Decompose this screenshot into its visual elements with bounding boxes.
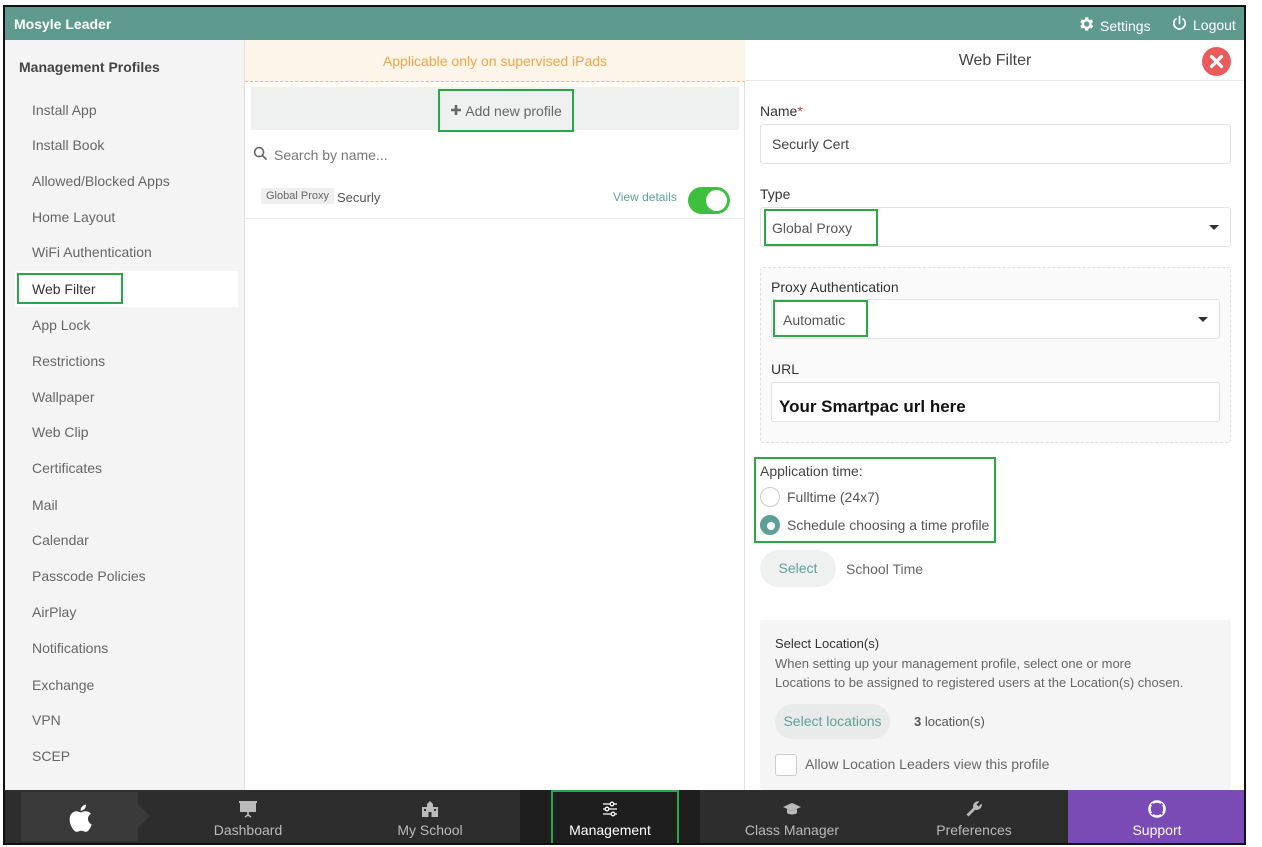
profile-row[interactable]: Global Proxy Securly View details bbox=[245, 179, 745, 219]
proxy-auth-highlight bbox=[773, 300, 868, 337]
wrench-icon bbox=[966, 801, 982, 817]
url-value: Your Smartpac url here bbox=[779, 397, 966, 416]
sidebar-item-wifi-authentication[interactable]: WiFi Authentication bbox=[32, 244, 152, 260]
sidebar-item-web-clip[interactable]: Web Clip bbox=[32, 424, 89, 440]
sidebar-item-vpn[interactable]: VPN bbox=[32, 712, 61, 728]
panel-title: Web Filter bbox=[745, 40, 1244, 81]
profile-list-panel: Applicable only on supervised iPads Add … bbox=[245, 40, 745, 790]
nav-dashboard-label: Dashboard bbox=[213, 822, 283, 838]
sidebar-item-exchange[interactable]: Exchange bbox=[32, 677, 94, 693]
nav-preferences[interactable]: Preferences bbox=[884, 790, 1064, 843]
supervised-notice: Applicable only on supervised iPads bbox=[245, 40, 745, 82]
bottom-nav: Dashboard My School Management Class Man… bbox=[5, 790, 1244, 843]
chevron-down-icon bbox=[1198, 317, 1208, 322]
locations-box: Select Location(s) When setting up your … bbox=[760, 620, 1231, 790]
sidebar-title: Management Profiles bbox=[19, 59, 160, 75]
name-input[interactable] bbox=[761, 125, 1230, 163]
settings-label: Settings bbox=[1100, 17, 1151, 34]
web-filter-panel: Web Filter Name* Type Global Proxy Proxy… bbox=[745, 40, 1244, 790]
top-bar: Mosyle Leader Settings Logout bbox=[5, 7, 1244, 40]
nav-dashboard[interactable]: Dashboard bbox=[158, 790, 338, 843]
management-highlight bbox=[551, 790, 679, 843]
toggle-knob bbox=[706, 190, 727, 211]
add-profile-bar: Add new profile bbox=[251, 87, 739, 132]
proxy-auth-label: Proxy Authentication bbox=[771, 279, 899, 295]
application-time-label: Application time: bbox=[760, 463, 863, 479]
sidebar-item-airplay[interactable]: AirPlay bbox=[32, 604, 76, 620]
lifebuoy-icon bbox=[1148, 800, 1166, 818]
select-locations-button[interactable]: Select locations bbox=[775, 704, 890, 739]
sidebar-item-install-book[interactable]: Install Book bbox=[32, 137, 104, 153]
schedule-radio[interactable] bbox=[760, 515, 780, 535]
locations-title: Select Location(s) bbox=[775, 636, 880, 651]
sidebar-item-restrictions[interactable]: Restrictions bbox=[32, 353, 105, 369]
app-title: Mosyle Leader bbox=[14, 16, 112, 32]
profile-name: Securly bbox=[337, 190, 381, 205]
sidebar-item-web-filter[interactable]: Web Filter bbox=[32, 281, 96, 297]
add-new-profile-label: Add new profile bbox=[465, 102, 562, 119]
chevron-down-icon bbox=[1209, 225, 1219, 230]
logout-link[interactable]: Logout bbox=[1171, 15, 1236, 35]
allow-leaders-label: Allow Location Leaders view this profile bbox=[805, 756, 1050, 772]
sidebar-item-certificates[interactable]: Certificates bbox=[32, 460, 102, 476]
presentation-icon bbox=[239, 801, 257, 818]
search-icon bbox=[253, 146, 268, 164]
sidebar-item-mail[interactable]: Mail bbox=[32, 497, 58, 513]
gear-icon bbox=[1077, 15, 1095, 36]
nav-my-school-label: My School bbox=[397, 822, 463, 838]
sidebar-item-allowed-blocked-apps[interactable]: Allowed/Blocked Apps bbox=[32, 173, 170, 189]
time-profile-name: School Time bbox=[846, 561, 924, 577]
sidebar-item-notifications[interactable]: Notifications bbox=[32, 640, 108, 656]
plus-icon bbox=[450, 103, 462, 119]
add-new-profile-button[interactable]: Add new profile bbox=[438, 89, 574, 132]
locations-description-1: When setting up your management profile,… bbox=[775, 656, 1132, 671]
sidebar-item-install-app[interactable]: Install App bbox=[32, 102, 97, 118]
search-bar bbox=[253, 146, 574, 164]
sidebar-item-calendar[interactable]: Calendar bbox=[32, 532, 89, 548]
type-label: Type bbox=[760, 186, 791, 202]
power-icon bbox=[1171, 15, 1188, 35]
name-label: Name* bbox=[760, 103, 803, 119]
allow-leaders-checkbox[interactable] bbox=[775, 754, 797, 776]
fulltime-radio[interactable] bbox=[760, 487, 780, 507]
logout-label: Logout bbox=[1193, 17, 1236, 33]
name-field-box bbox=[760, 124, 1231, 164]
nav-my-school[interactable]: My School bbox=[340, 790, 520, 843]
sidebar-item-scep[interactable]: SCEP bbox=[32, 748, 70, 764]
nav-class-manager-label: Class Manager bbox=[744, 822, 840, 838]
sidebar: Management Profiles Install App Install … bbox=[5, 40, 245, 790]
close-icon bbox=[1209, 54, 1224, 69]
nav-support-label: Support bbox=[1132, 822, 1182, 838]
fulltime-label: Fulltime (24x7) bbox=[787, 489, 880, 505]
view-details-link[interactable]: View details bbox=[613, 190, 677, 204]
search-input[interactable] bbox=[274, 147, 574, 163]
app-window: Mosyle Leader Settings Logout Management… bbox=[3, 5, 1246, 845]
select-time-profile-button[interactable]: Select bbox=[760, 550, 836, 587]
profile-type-chip: Global Proxy bbox=[261, 188, 334, 204]
apple-icon bbox=[69, 804, 92, 832]
school-icon bbox=[422, 801, 438, 817]
location-count-suffix: location(s) bbox=[921, 714, 985, 729]
locations-description-2: Locations to be assigned to registered u… bbox=[775, 675, 1184, 690]
profile-enabled-toggle[interactable] bbox=[688, 187, 730, 214]
location-count: 3 location(s) bbox=[914, 714, 985, 729]
schedule-label: Schedule choosing a time profile bbox=[787, 517, 990, 533]
nav-class-manager[interactable]: Class Manager bbox=[702, 790, 882, 843]
sidebar-item-app-lock[interactable]: App Lock bbox=[32, 317, 90, 333]
close-button[interactable] bbox=[1202, 47, 1231, 76]
url-label: URL bbox=[771, 361, 800, 377]
name-label-text: Name bbox=[760, 103, 798, 119]
sidebar-item-passcode-policies[interactable]: Passcode Policies bbox=[32, 568, 146, 584]
nav-preferences-label: Preferences bbox=[936, 822, 1012, 838]
required-marker: * bbox=[797, 103, 803, 119]
graduation-cap-icon bbox=[783, 803, 801, 815]
sidebar-item-wallpaper[interactable]: Wallpaper bbox=[32, 389, 95, 405]
nav-support[interactable]: Support bbox=[1068, 790, 1244, 843]
sidebar-item-home-layout[interactable]: Home Layout bbox=[32, 209, 115, 225]
settings-link[interactable]: Settings bbox=[1077, 15, 1151, 36]
apple-home-button[interactable] bbox=[21, 792, 150, 841]
type-highlight bbox=[764, 209, 878, 246]
